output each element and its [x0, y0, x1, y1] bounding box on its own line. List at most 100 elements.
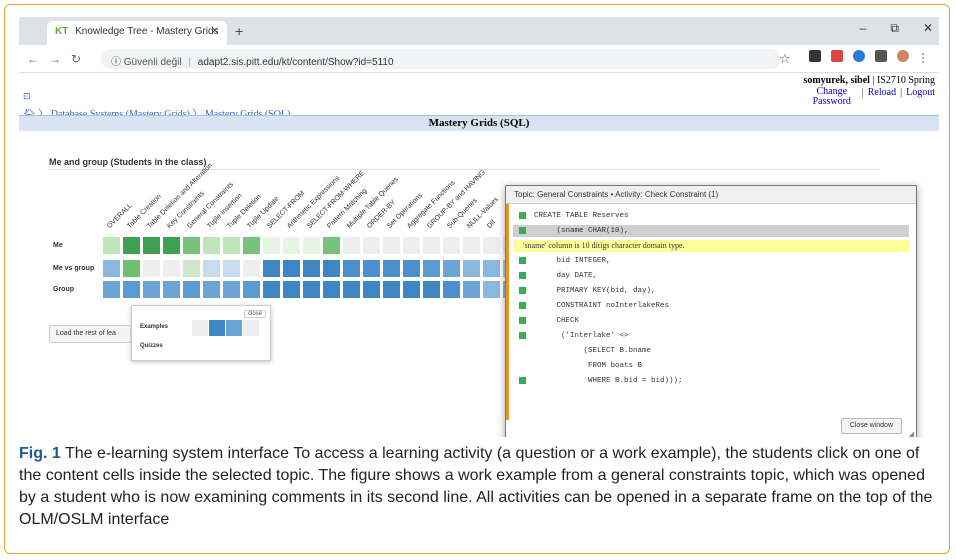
grid-cell[interactable] — [103, 237, 120, 254]
topic-label[interactable]: ORDER-BY — [366, 199, 397, 230]
pdf-extension-icon[interactable] — [831, 50, 843, 62]
forward-arrow-icon[interactable]: → — [49, 52, 61, 66]
grid-cell[interactable] — [323, 237, 340, 254]
grid-cell[interactable] — [483, 237, 500, 254]
topic-label[interactable]: Set Operations — [386, 192, 424, 230]
example-cell[interactable] — [192, 320, 208, 336]
topic-label[interactable]: Multiple Table Queries — [346, 176, 400, 230]
grid-cell[interactable] — [343, 281, 360, 298]
code-line[interactable]: day DATE, — [513, 270, 909, 282]
grid-cell[interactable] — [443, 260, 460, 277]
example-cell[interactable] — [243, 320, 259, 336]
grid-cell[interactable] — [143, 260, 160, 277]
grid-cell[interactable] — [483, 281, 500, 298]
grid-cell[interactable] — [103, 281, 120, 298]
topic-label[interactable]: General Constraints — [186, 181, 235, 230]
grid-cell[interactable] — [103, 260, 120, 277]
topic-label[interactable]: Table Creation — [126, 193, 163, 230]
comment-marker-icon[interactable] — [519, 271, 526, 279]
grid-cell[interactable] — [403, 260, 420, 277]
browser-tab[interactable]: KT Knowledge Tree - Mastery Grids ✕ — [47, 21, 227, 45]
grid-cell[interactable] — [203, 260, 220, 277]
topic-label[interactable]: Arithmetic Expressions — [286, 175, 341, 230]
grid-cell[interactable] — [463, 281, 480, 298]
grid-cell[interactable] — [383, 281, 400, 298]
example-cell[interactable] — [209, 320, 225, 336]
close-button[interactable]: ✕ — [923, 21, 933, 36]
info-icon[interactable]: ⓘ — [111, 57, 121, 68]
grid-cell[interactable] — [363, 281, 380, 298]
grid-cell[interactable] — [323, 281, 340, 298]
comment-marker-icon[interactable] — [519, 316, 526, 324]
code-line[interactable]: ('Interlake' <> — [513, 330, 909, 342]
grid-cell[interactable] — [183, 260, 200, 277]
grid-cell[interactable] — [283, 260, 300, 277]
grid-cell[interactable] — [423, 237, 440, 254]
topic-label[interactable]: OVERALL — [106, 202, 134, 230]
code-line[interactable]: CHECK — [513, 315, 909, 327]
restore-button[interactable]: ⧉ — [890, 21, 899, 36]
code-line[interactable]: FROM boats B — [513, 360, 909, 372]
topic-label[interactable]: Key Constraints — [166, 190, 206, 230]
example-cell[interactable] — [226, 320, 242, 336]
avatar-icon[interactable] — [897, 50, 909, 62]
code-line[interactable]: bid INTEGER, — [513, 255, 909, 267]
code-line[interactable]: (SELECT B.bname — [513, 345, 909, 357]
topic-label[interactable]: Dif — [486, 219, 497, 230]
grid-cell[interactable] — [243, 260, 260, 277]
new-tab-button[interactable]: + — [235, 23, 243, 39]
reload-link[interactable]: Reload — [868, 87, 896, 98]
grid-cell[interactable] — [183, 237, 200, 254]
grid-cell[interactable] — [283, 281, 300, 298]
change-password-link[interactable]: Change Password — [806, 87, 858, 107]
topic-label[interactable]: Tuple Insertion — [206, 192, 244, 230]
grid-cell[interactable] — [123, 260, 140, 277]
grid-cell[interactable] — [363, 237, 380, 254]
grid-cell[interactable] — [203, 237, 220, 254]
grid-cell[interactable] — [343, 237, 360, 254]
grid-cell[interactable] — [123, 281, 140, 298]
back-arrow-icon[interactable]: ← — [27, 52, 39, 66]
comment-marker-icon[interactable] — [519, 286, 526, 294]
topic-label[interactable]: SELECT-FROM-WHERE — [306, 170, 366, 230]
grid-cell[interactable] — [303, 260, 320, 277]
grid-cell[interactable] — [163, 260, 180, 277]
grid-cell[interactable] — [163, 281, 180, 298]
grid-cell[interactable] — [223, 260, 240, 277]
popup-close-button[interactable]: close — [243, 310, 266, 318]
topic-label[interactable]: Table Deletion and Alteration — [146, 162, 214, 230]
grid-cell[interactable] — [483, 260, 500, 277]
code-line[interactable]: CONSTRAINT noInterlakeRes — [513, 300, 909, 312]
grid-cell[interactable] — [383, 237, 400, 254]
topic-label[interactable]: NULL-Values — [466, 196, 500, 230]
grid-cell[interactable] — [223, 237, 240, 254]
resize-grip-icon[interactable]: ◢ — [909, 430, 914, 437]
grid-cell[interactable] — [303, 237, 320, 254]
grid-cell[interactable] — [463, 260, 480, 277]
kt-logo-icon[interactable]: ⊡ — [23, 91, 31, 102]
grid-cell[interactable] — [263, 281, 280, 298]
shield-extension-icon[interactable] — [853, 50, 865, 62]
grid-cell[interactable] — [323, 260, 340, 277]
close-window-button[interactable]: Close window — [840, 418, 902, 434]
topic-label[interactable]: Aggregate Functions — [406, 179, 457, 230]
tab-close-icon[interactable]: ✕ — [211, 26, 219, 37]
grid-cell[interactable] — [143, 281, 160, 298]
code-line[interactable]: PRIMARY KEY(bid, day), — [513, 285, 909, 297]
grid-cell[interactable] — [283, 237, 300, 254]
topic-label[interactable]: GROUP-BY and HAVING — [426, 169, 487, 230]
logout-link[interactable]: Logout — [906, 87, 935, 98]
code-line[interactable]: (sname CHAR(10), — [513, 225, 909, 237]
code-line[interactable]: CREATE TABLE Reserves — [513, 210, 909, 222]
grid-cell[interactable] — [403, 237, 420, 254]
grid-cell[interactable] — [163, 237, 180, 254]
comment-marker-icon[interactable] — [519, 301, 526, 309]
bookmark-star-icon[interactable]: ☆ — [779, 51, 791, 67]
reload-icon[interactable]: ↻ — [71, 52, 81, 66]
grid-cell[interactable] — [243, 281, 260, 298]
grid-cell[interactable] — [443, 281, 460, 298]
load-rest-button[interactable]: Load the rest of lea — [49, 325, 131, 343]
grid-cell[interactable] — [223, 281, 240, 298]
grid-cell[interactable] — [423, 281, 440, 298]
grid-cell[interactable] — [363, 260, 380, 277]
